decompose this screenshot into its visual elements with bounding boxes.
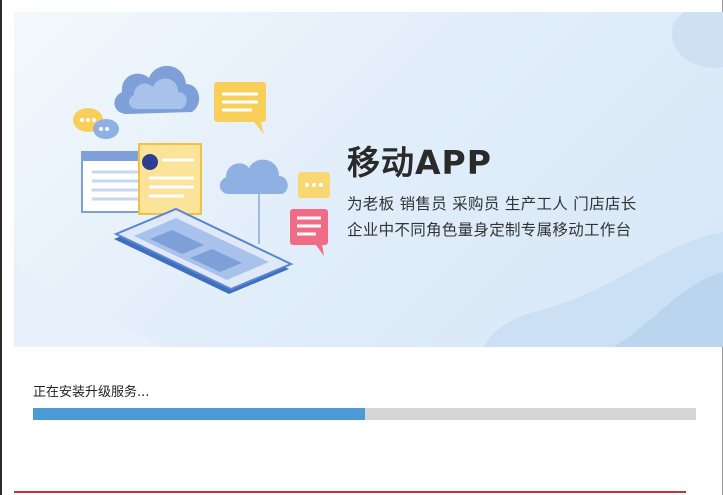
phone-icon bbox=[113, 207, 294, 294]
chat-bubble-icon bbox=[290, 209, 328, 256]
chat-bubble-icon bbox=[214, 82, 266, 134]
banner-tagline-workbench: 企业中不同角色量身定制专属移动工作台 bbox=[347, 221, 632, 239]
bottom-accent-line bbox=[14, 491, 686, 493]
chat-bubble-icon bbox=[298, 172, 330, 198]
promo-banner: 移动APP 为老板 销售员 采购员 生产工人 门店店长 企业中不同角色量身定制专… bbox=[14, 12, 723, 347]
cloud-icon bbox=[219, 159, 288, 194]
cloud-icon bbox=[114, 65, 200, 114]
profile-card-icon bbox=[138, 143, 202, 215]
install-status-text: 正在安装升级服务... bbox=[33, 385, 150, 400]
banner-tagline-roles: 为老板 销售员 采购员 生产工人 门店店长 bbox=[347, 195, 637, 213]
mobile-app-illustration bbox=[73, 65, 330, 294]
chat-bubble-icon bbox=[73, 108, 119, 139]
banner-headline: 移动APP bbox=[347, 143, 492, 182]
install-progress-fill bbox=[33, 408, 365, 420]
install-progress-bar bbox=[33, 408, 696, 420]
window-left-edge bbox=[0, 0, 2, 495]
